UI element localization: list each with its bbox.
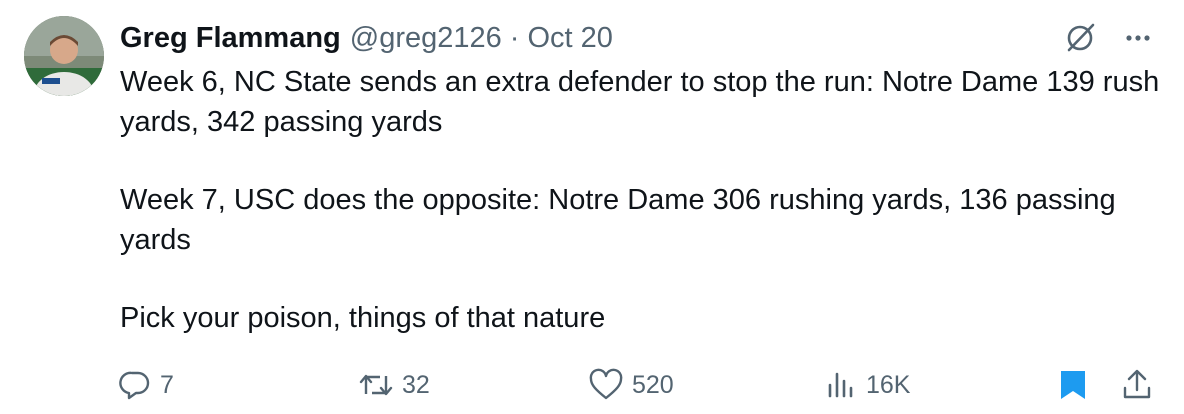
- avatar[interactable]: [24, 16, 104, 96]
- reply-button[interactable]: 7: [118, 362, 174, 408]
- tweet-paragraph: Week 7, USC does the opposite: Notre Dam…: [120, 184, 1116, 256]
- tweet-date[interactable]: Oct 20: [527, 22, 612, 55]
- views-button[interactable]: 16K: [824, 362, 910, 408]
- views-count: 16K: [866, 370, 911, 399]
- tweet-top-icons: [1062, 20, 1156, 56]
- tweet-header: Greg Flammang @greg2126 · Oct 20: [120, 18, 613, 58]
- author-name[interactable]: Greg Flammang: [120, 22, 341, 55]
- bookmark-icon: [1061, 371, 1085, 399]
- like-button[interactable]: 520: [588, 362, 674, 408]
- grok-icon[interactable]: [1062, 20, 1098, 56]
- like-icon: [589, 368, 623, 400]
- reply-count: 7: [160, 370, 174, 399]
- tweet-paragraph: Pick your poison, things of that nature: [120, 302, 606, 334]
- like-count: 520: [632, 370, 674, 399]
- retweet-count: 32: [402, 370, 430, 399]
- retweet-button[interactable]: 32: [358, 362, 430, 408]
- bookmark-button[interactable]: [1058, 362, 1088, 408]
- more-icon[interactable]: [1120, 20, 1156, 56]
- share-button[interactable]: [1120, 362, 1154, 408]
- tweet-paragraph: Week 6, NC State sends an extra defender…: [120, 66, 1160, 138]
- author-handle[interactable]: @greg2126: [350, 22, 502, 55]
- tweet-text: Week 6, NC State sends an extra defender…: [120, 62, 1160, 338]
- tweet-actions: 7 32 520 16K: [118, 362, 1158, 408]
- views-icon: [828, 372, 853, 398]
- header-separator: ·: [509, 21, 520, 54]
- reply-icon: [119, 371, 150, 400]
- avatar-image: [24, 16, 104, 96]
- retweet-icon: [359, 374, 393, 396]
- share-icon: [1123, 369, 1151, 399]
